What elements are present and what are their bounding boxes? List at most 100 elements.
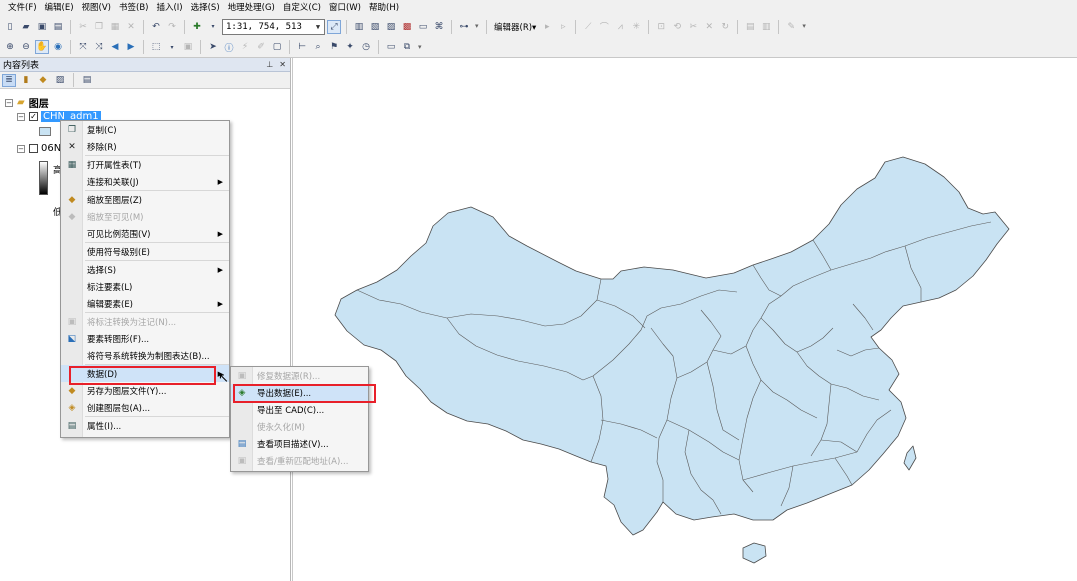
new-document-icon[interactable]: ▯ — [3, 20, 17, 34]
menu-selection[interactable]: 选择(S) — [187, 0, 224, 16]
edit-vertices-icon[interactable]: ⊡ — [654, 20, 668, 34]
edit-tool-icon[interactable]: ▸ — [540, 20, 554, 34]
list-by-source-icon[interactable]: ▮ — [19, 74, 33, 87]
save-icon[interactable]: ▣ — [35, 20, 49, 34]
layer-name-06n[interactable]: 06N — [41, 143, 61, 154]
full-extent-icon[interactable]: ◉ — [51, 40, 65, 54]
html-popup-window-icon[interactable]: ▢ — [270, 40, 284, 54]
menu-item-properties[interactable]: ▤ 属性(I)... — [61, 417, 229, 434]
add-data-icon[interactable]: ✚ — [190, 20, 204, 34]
menu-item-open-attribute-table[interactable]: ▦ 打开属性表(T) — [61, 156, 229, 173]
menu-customize[interactable]: 自定义(C) — [279, 0, 325, 16]
reshape-icon[interactable]: ⟲ — [670, 20, 684, 34]
clear-selection-icon[interactable]: ▣ — [181, 40, 195, 54]
delete-icon[interactable]: ✕ — [124, 20, 138, 34]
edit-annotation-icon[interactable]: ▹ — [556, 20, 570, 34]
viewer-window-icon[interactable]: ▭ — [384, 40, 398, 54]
catalog-icon[interactable]: ▧ — [368, 20, 382, 34]
rotate-icon[interactable]: ↻ — [718, 20, 732, 34]
menu-help[interactable]: 帮助(H) — [365, 0, 403, 16]
menu-view[interactable]: 视图(V) — [78, 0, 115, 16]
hyperlink-icon[interactable]: ⚡ — [238, 40, 252, 54]
pin-icon[interactable]: ⊥ — [266, 60, 273, 69]
map-scale-combobox[interactable]: 1:31, 754, 513 ▼ — [222, 18, 325, 35]
editor-menu[interactable]: 编辑器(R)▾ — [492, 21, 538, 33]
html-popup-icon[interactable]: ✐ — [254, 40, 268, 54]
editor-toolbar-icon[interactable]: ⤢ — [327, 19, 341, 34]
menu-item-use-symbol-levels[interactable]: 使用符号级别(E) — [61, 243, 229, 260]
time-slider-icon[interactable]: ◷ — [359, 40, 373, 54]
forward-extent-icon[interactable]: ▶ — [124, 40, 138, 54]
layer-visibility-checkbox[interactable]: ✓ — [29, 112, 38, 121]
select-elements-icon[interactable]: ➤ — [206, 40, 220, 54]
sketch-properties-icon[interactable]: ▥ — [759, 20, 773, 34]
menu-item-remove[interactable]: ✕ 移除(R) — [61, 138, 229, 155]
attributes-icon[interactable]: ▤ — [743, 20, 757, 34]
find-route-icon[interactable]: ⚑ — [327, 40, 341, 54]
menu-windows[interactable]: 窗口(W) — [325, 0, 365, 16]
menu-item-edit-features[interactable]: 编辑要素(E) ▶ — [61, 295, 229, 312]
toolbar-overflow-icon[interactable]: ▾ — [475, 22, 481, 31]
dropdown-arrow-icon[interactable]: ▾ — [206, 20, 220, 34]
paste-icon[interactable]: ▦ — [108, 20, 122, 34]
back-extent-icon[interactable]: ◀ — [108, 40, 122, 54]
collapse-icon[interactable]: − — [5, 98, 13, 107]
undo-icon[interactable]: ↶ — [149, 20, 163, 34]
straight-segment-icon[interactable]: ⟋ — [581, 20, 595, 34]
arc-segment-icon[interactable]: ⌒ — [597, 20, 611, 34]
open-folder-icon[interactable]: ▰ — [19, 20, 33, 34]
graph-icon[interactable]: ⊶ — [457, 20, 471, 34]
create-features-icon[interactable]: ✎ — [784, 20, 798, 34]
list-by-selection-icon[interactable]: ▨ — [53, 74, 67, 87]
trace-icon[interactable]: ⩘ — [613, 20, 627, 34]
swipe-icon[interactable]: ⧉ — [400, 40, 414, 54]
menu-item-label-features[interactable]: 标注要素(L) — [61, 278, 229, 295]
list-by-drawing-order-icon[interactable]: ≣ — [2, 73, 16, 87]
menu-item-joins-relates[interactable]: 连接和关联(J) ▶ — [61, 173, 229, 190]
list-by-visibility-icon[interactable]: ◆ — [36, 74, 50, 87]
arctoolbox-icon[interactable]: ▩ — [400, 20, 414, 34]
pan-hand-icon[interactable]: ✋ — [35, 40, 49, 54]
menu-item-view-item-description[interactable]: ▤ 查看项目描述(V)... — [231, 435, 368, 452]
menu-item-export-to-cad[interactable]: 导出至 CAD(C)... — [231, 401, 368, 418]
toolbar-overflow-icon[interactable]: ▾ — [802, 22, 808, 31]
cut-icon[interactable]: ✂ — [76, 20, 90, 34]
menu-edit[interactable]: 编辑(E) — [41, 0, 78, 16]
table-of-contents-icon[interactable]: ▥ — [352, 20, 366, 34]
menu-item-visible-scale-range[interactable]: 可见比例范围(V) ▶ — [61, 225, 229, 242]
layer-row-06n[interactable]: − 06N — [17, 143, 61, 154]
menu-file[interactable]: 文件(F) — [4, 0, 41, 16]
menu-geoprocessing[interactable]: 地理处理(G) — [224, 0, 279, 16]
dropdown-arrow-icon[interactable]: ▾ — [165, 40, 179, 54]
layer-visibility-checkbox[interactable] — [29, 144, 38, 153]
cut-polygons-icon[interactable]: ✂ — [686, 20, 700, 34]
split-icon[interactable]: ✕ — [702, 20, 716, 34]
python-window-icon[interactable]: ▭ — [416, 20, 430, 34]
menu-insert[interactable]: 插入(I) — [152, 0, 186, 16]
redo-icon[interactable]: ↷ — [165, 20, 179, 34]
go-to-xy-icon[interactable]: ✦ — [343, 40, 357, 54]
map-view[interactable] — [292, 58, 1077, 581]
print-icon[interactable]: ▤ — [51, 20, 65, 34]
chevron-down-icon[interactable]: ▼ — [312, 23, 324, 31]
menu-item-convert-symbology[interactable]: 将符号系统转换为制图表达(B)... — [61, 347, 229, 364]
point-icon[interactable]: ✳ — [629, 20, 643, 34]
zoom-in-icon[interactable]: ⊕ — [3, 40, 17, 54]
copy-icon[interactable]: ❐ — [92, 20, 106, 34]
select-features-icon[interactable]: ⬚ — [149, 40, 163, 54]
close-icon[interactable]: ✕ — [279, 60, 286, 69]
menu-bookmarks[interactable]: 书签(B) — [115, 0, 152, 16]
identify-icon[interactable]: ⓘ — [222, 40, 236, 54]
menu-item-selection[interactable]: 选择(S) ▶ — [61, 261, 229, 278]
menu-item-zoom-to-layer[interactable]: ◆ 缩放至图层(Z) — [61, 191, 229, 208]
options-icon[interactable]: ▤ — [80, 74, 94, 87]
menu-item-copy[interactable]: ❐ 复制(C) — [61, 121, 229, 138]
polygon-symbol-icon[interactable] — [39, 127, 51, 136]
layers-root-row[interactable]: − ▰ 图层 — [5, 95, 49, 110]
measure-icon[interactable]: ⊢ — [295, 40, 309, 54]
search-window-icon[interactable]: ▨ — [384, 20, 398, 34]
menu-item-create-layer-package[interactable]: ◈ 创建图层包(A)... — [61, 399, 229, 416]
fixed-zoom-out-icon[interactable]: ⤨ — [92, 40, 106, 54]
collapse-icon[interactable]: − — [17, 144, 25, 153]
fixed-zoom-in-icon[interactable]: ⤧ — [76, 40, 90, 54]
